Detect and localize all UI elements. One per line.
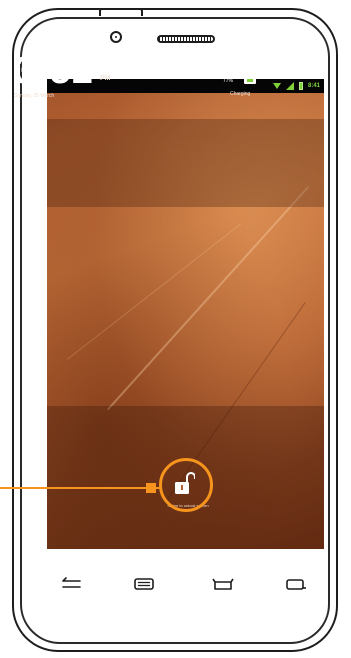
earpiece-speaker (157, 35, 215, 43)
home-icon[interactable] (212, 576, 234, 592)
back-icon[interactable] (61, 576, 83, 592)
lock-clock-date: Sunday, 25 March (14, 93, 55, 99)
signal-icon (285, 82, 294, 90)
callout-anchor (146, 483, 156, 493)
charging-status: Charging (230, 91, 251, 97)
power-button (99, 8, 143, 16)
callout-line (0, 487, 160, 489)
menu-icon[interactable] (133, 576, 155, 592)
recent-apps-icon[interactable] (285, 576, 307, 592)
battery-charging-icon (244, 76, 256, 84)
lock-clock-ampm: PM (100, 75, 111, 82)
battery-percent: 77% (223, 78, 234, 84)
battery-icon (298, 82, 303, 90)
leaf-vein (107, 186, 310, 411)
clock-panel (47, 119, 324, 207)
wifi-icon (272, 83, 281, 89)
front-camera-icon (110, 31, 122, 43)
lock-clock-time: 3:52 (14, 50, 95, 92)
status-bar-time: 8:41 (307, 83, 320, 89)
callout-highlight-ring (159, 458, 213, 512)
